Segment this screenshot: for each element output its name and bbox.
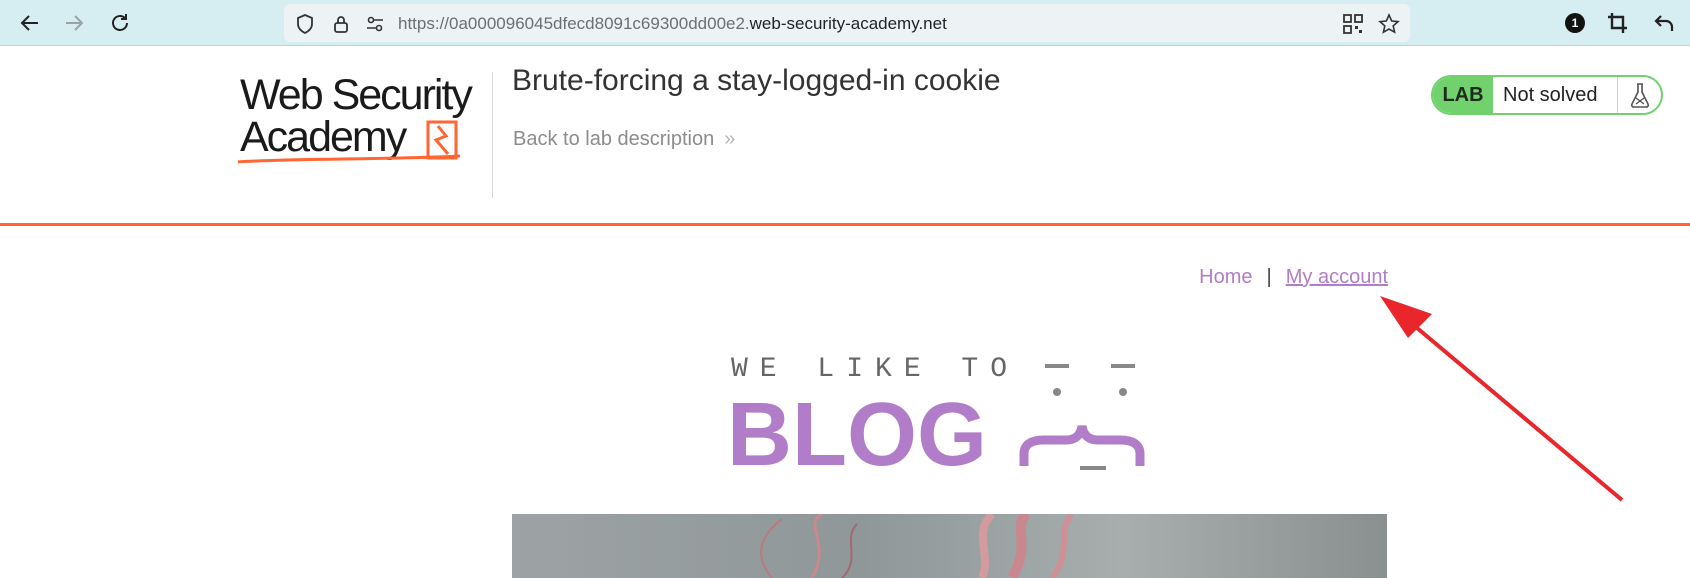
double-chevron-icon: » (724, 128, 735, 150)
url-domain: web-security-academy.net (749, 14, 947, 33)
reload-button[interactable] (106, 9, 134, 37)
extension-badge[interactable]: 1 (1561, 9, 1589, 37)
blog-logo: WE LIKE TO BLOG (720, 344, 1200, 480)
lab-status-widget: LAB Not solved (1431, 75, 1663, 115)
forward-button[interactable] (60, 9, 88, 37)
lab-header: Web Security Academy Brute-forcing a sta… (0, 46, 1690, 226)
address-bar[interactable]: https://0a000096045dfecd8091c69300dd00e2… (284, 4, 1410, 42)
back-link-label: Back to lab description (513, 128, 715, 150)
lab-title: Brute-forcing a stay-logged-in cookie (512, 64, 1001, 97)
arrow-left-icon (20, 15, 38, 31)
my-account-link[interactable]: My account (1286, 266, 1388, 288)
undo-button[interactable] (1650, 9, 1678, 37)
nav-separator: | (1266, 266, 1272, 288)
url-prefix: https://0a000096045dfecd8091c69300dd00e2… (398, 14, 750, 33)
back-to-lab-description-link[interactable]: Back to lab description » (513, 128, 735, 151)
logo-divider (492, 72, 493, 198)
flask-icon (1617, 77, 1661, 113)
logo-flame-icon (238, 120, 461, 164)
lab-status-text: Not solved (1503, 83, 1598, 106)
qr-code-icon[interactable] (1342, 13, 1364, 35)
reload-icon (112, 14, 128, 31)
back-button[interactable] (16, 9, 44, 37)
arrow-right-icon (66, 15, 84, 31)
lock-icon[interactable] (330, 13, 352, 35)
undo-icon (1654, 15, 1674, 31)
crop-tool-button[interactable] (1604, 9, 1632, 37)
site-settings-icon[interactable] (364, 13, 386, 35)
notification-count: 1 (1565, 13, 1585, 33)
crop-icon (1608, 13, 1627, 33)
face-icon (1019, 364, 1145, 470)
shield-icon[interactable] (294, 13, 316, 35)
url-text[interactable]: https://0a000096045dfecd8091c69300dd00e2… (398, 14, 947, 34)
blog-hero-image (512, 514, 1387, 578)
bookmark-star-icon[interactable] (1378, 13, 1400, 35)
blog-wordmark: BLOG (727, 385, 987, 485)
blog-tagline: WE LIKE TO (731, 354, 1020, 385)
hair-photo (760, 514, 1075, 578)
lab-badge: LAB (1433, 77, 1493, 113)
browser-toolbar: https://0a000096045dfecd8091c69300dd00e2… (0, 0, 1690, 46)
web-security-academy-logo[interactable]: Web Security Academy (238, 70, 488, 210)
blog-nav: Home | My account (1199, 266, 1388, 289)
home-link[interactable]: Home (1199, 266, 1252, 288)
